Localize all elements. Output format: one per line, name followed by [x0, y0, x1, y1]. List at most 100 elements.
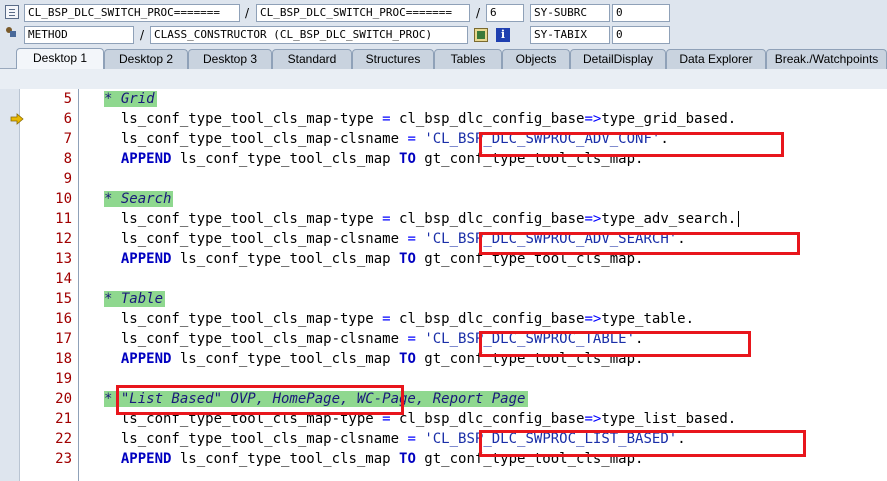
keyword: APPEND — [104, 151, 172, 167]
keyword: TO — [399, 151, 416, 167]
line-number: 5 — [63, 91, 72, 107]
code-text: APPEND ls_conf_type_tool_cls_map TO gt_c… — [104, 349, 644, 369]
event-name-field[interactable]: CLASS_CONSTRUCTOR (CL_BSP_DLC_SWITCH_PRO… — [150, 26, 468, 44]
code-line[interactable]: 10 * Search — [0, 189, 887, 209]
code-token: ls_conf_type_tool_cls_map-clsname — [104, 231, 408, 247]
code-text: ls_conf_type_tool_cls_map-clsname = 'CL_… — [104, 129, 669, 149]
code-text: ls_conf_type_tool_cls_map-clsname = 'CL_… — [104, 229, 686, 249]
line-number: 14 — [55, 271, 72, 287]
desktop-tab-strip: Desktop 1 Desktop 2 Desktop 3 Standard S… — [0, 46, 887, 70]
line-number: 6 — [63, 111, 72, 127]
tab-data-explorer[interactable]: Data Explorer — [666, 49, 766, 69]
code-token: gt_conf_type_tool_cls_map. — [415, 351, 644, 367]
code-line[interactable]: 11 ls_conf_type_tool_cls_map-type = cl_b… — [0, 209, 887, 229]
code-line[interactable]: 8 APPEND ls_conf_type_tool_cls_map TO gt… — [0, 149, 887, 169]
code-line[interactable]: 7 ls_conf_type_tool_cls_map-clsname = 'C… — [0, 129, 887, 149]
code-line[interactable]: 9 — [0, 169, 887, 189]
code-line[interactable]: 6 ls_conf_type_tool_cls_map-type = cl_bs… — [0, 109, 887, 129]
code-token: ls_conf_type_tool_cls_map — [171, 451, 400, 467]
line-number: 20 — [55, 391, 72, 407]
code-line[interactable]: 12 ls_conf_type_tool_cls_map-clsname = '… — [0, 229, 887, 249]
current-line-arrow-icon — [10, 113, 24, 125]
tab-break-watchpoints[interactable]: Break./Watchpoints — [766, 49, 887, 69]
code-line[interactable]: 19 — [0, 369, 887, 389]
sy-tabix-value: 0 — [612, 26, 670, 44]
tab-desktop-1[interactable]: Desktop 1 — [16, 48, 104, 70]
code-token: gt_conf_type_tool_cls_map. — [415, 251, 644, 267]
code-line[interactable]: 23 APPEND ls_conf_type_tool_cls_map TO g… — [0, 449, 887, 469]
text-cursor — [738, 211, 740, 227]
event-type-field[interactable]: METHOD — [24, 26, 134, 44]
code-area[interactable]: 5 * Grid 6 ls_conf_type_tool_cls_map-type … — [0, 89, 887, 481]
tab-objects[interactable]: Objects — [502, 49, 570, 69]
code-line[interactable]: 22 ls_conf_type_tool_cls_map-clsname = '… — [0, 429, 887, 449]
line-number: 21 — [55, 411, 72, 427]
code-token: . — [635, 331, 644, 347]
tab-desktop-3[interactable]: Desktop 3 — [188, 49, 272, 69]
code-token: . — [677, 431, 686, 447]
code-line[interactable]: 17 ls_conf_type_tool_cls_map-clsname = '… — [0, 329, 887, 349]
code-text: * Search — [104, 189, 171, 209]
display-icon[interactable] — [474, 28, 488, 42]
code-token: ls_conf_type_tool_cls_map — [171, 151, 400, 167]
source-code-editor: 5 * Grid 6 ls_conf_type_tool_cls_map-type … — [0, 69, 887, 481]
code-text: * Table — [104, 289, 163, 309]
info-icon[interactable]: i — [496, 28, 510, 42]
comment: * "List Based" OVP, HomePage, WC-Page, R… — [104, 391, 526, 407]
line-number-field[interactable]: 6 — [486, 4, 524, 22]
operator: => — [584, 311, 602, 327]
line-number: 13 — [55, 251, 72, 267]
code-line[interactable]: 5 * Grid — [0, 89, 887, 109]
code-token: cl_bsp_dlc_config_base — [390, 311, 585, 327]
code-text: ls_conf_type_tool_cls_map-type = cl_bsp_… — [104, 309, 694, 329]
code-line[interactable]: 16 ls_conf_type_tool_cls_map-type = cl_b… — [0, 309, 887, 329]
line-number: 16 — [55, 311, 72, 327]
code-token: ls_conf_type_tool_cls_map-clsname — [104, 431, 408, 447]
keyword: APPEND — [104, 451, 172, 467]
line-number: 23 — [55, 451, 72, 467]
operator: = — [382, 411, 391, 427]
code-token: cl_bsp_dlc_config_base — [390, 211, 585, 227]
code-token: ls_conf_type_tool_cls_map — [171, 251, 400, 267]
keyword: TO — [399, 451, 416, 467]
tab-standard[interactable]: Standard — [272, 49, 352, 69]
code-text: ls_conf_type_tool_cls_map-clsname = 'CL_… — [104, 329, 644, 349]
line-number: 8 — [63, 151, 72, 167]
tab-structures[interactable]: Structures — [352, 49, 434, 69]
operator: = — [382, 111, 391, 127]
tab-detaildisplay[interactable]: DetailDisplay — [570, 49, 666, 69]
operator: => — [584, 411, 602, 427]
code-token: gt_conf_type_tool_cls_map. — [415, 151, 644, 167]
include-field[interactable]: CL_BSP_DLC_SWITCH_PROC======= — [256, 4, 470, 22]
code-text: ls_conf_type_tool_cls_map-clsname = 'CL_… — [104, 429, 686, 449]
code-text: ls_conf_type_tool_cls_map-type = cl_bsp_… — [104, 109, 736, 129]
code-text: APPEND ls_conf_type_tool_cls_map TO gt_c… — [104, 449, 644, 469]
code-line[interactable]: 21 ls_conf_type_tool_cls_map-type = cl_b… — [0, 409, 887, 429]
line-number: 9 — [63, 171, 72, 187]
tab-tables[interactable]: Tables — [434, 49, 502, 69]
code-token: ls_conf_type_tool_cls_map-type — [104, 111, 383, 127]
keyword: TO — [399, 351, 416, 367]
code-text: ls_conf_type_tool_cls_map-type = cl_bsp_… — [104, 209, 736, 229]
method-icon — [6, 27, 16, 37]
code-token: ls_conf_type_tool_cls_map-type — [104, 311, 383, 327]
code-token: cl_bsp_dlc_config_base — [390, 411, 585, 427]
tab-desktop-2[interactable]: Desktop 2 — [104, 49, 188, 69]
operator: = — [382, 311, 391, 327]
code-token: type_grid_based. — [601, 111, 737, 127]
code-line[interactable]: 14 — [0, 269, 887, 289]
document-icon — [5, 5, 19, 19]
operator: = — [382, 211, 391, 227]
code-line[interactable]: 18 APPEND ls_conf_type_tool_cls_map TO g… — [0, 349, 887, 369]
code-token: type_adv_search. — [601, 211, 737, 227]
program-field[interactable]: CL_BSP_DLC_SWITCH_PROC======= — [24, 4, 240, 22]
line-number: 15 — [55, 291, 72, 307]
code-line[interactable]: 20 * "List Based" OVP, HomePage, WC-Page,… — [0, 389, 887, 409]
code-token: ls_conf_type_tool_cls_map-type — [104, 411, 383, 427]
separator: / — [245, 6, 250, 20]
line-number: 12 — [55, 231, 72, 247]
string-literal: 'CL_BSP_DLC_SWPROC_ADV_CONF' — [424, 131, 661, 147]
line-number: 11 — [55, 211, 72, 227]
code-line[interactable]: 15 * Table — [0, 289, 887, 309]
code-line[interactable]: 13 APPEND ls_conf_type_tool_cls_map TO g… — [0, 249, 887, 269]
